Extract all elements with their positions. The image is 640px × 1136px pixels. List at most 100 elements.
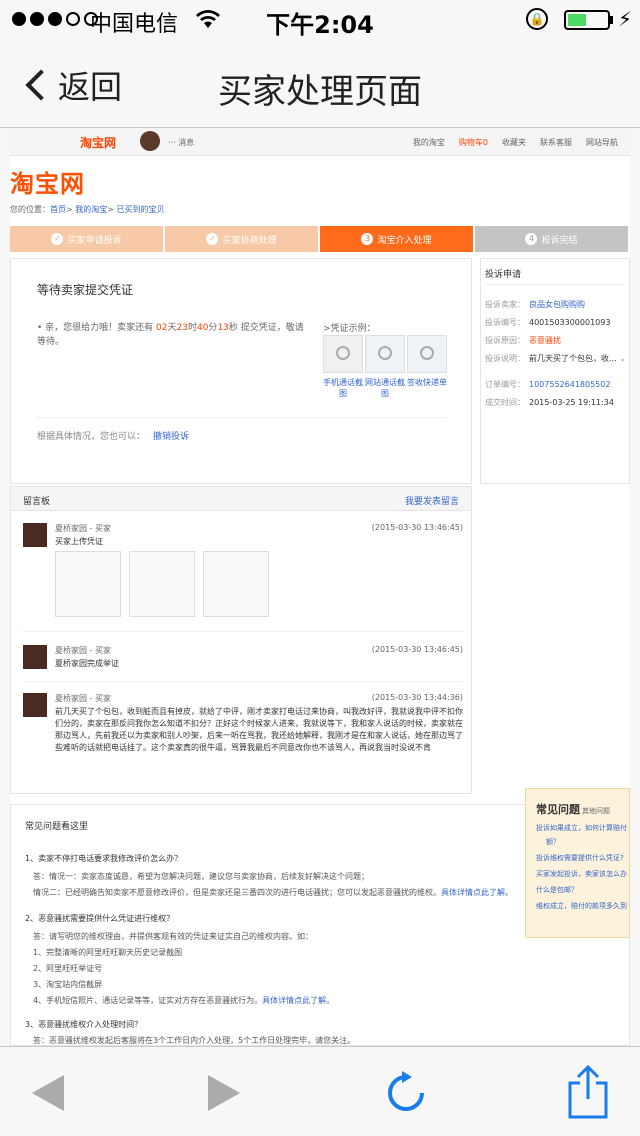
faq-answer: 答：恶意骚扰维权发起后客服将在3个工作日内介入处理，5个工作日处理完毕，请您关注… (33, 1036, 356, 1045)
entry-attachments (55, 551, 269, 617)
cancel-complaint-link[interactable]: 撤销投诉 (153, 432, 189, 442)
floater-item[interactable]: 投诉维权需要提供什么凭证? (536, 853, 624, 863)
avatar (23, 523, 47, 547)
floater-item[interactable]: 维权成立，赔付的款项多久到 (536, 901, 627, 911)
topbar-links: 我的淘宝 购物车0 收藏夹 联系客服 网站导航 (413, 137, 618, 148)
alternative-actions: 根据具体情况，您也可以： 撤销投诉 (37, 429, 189, 442)
attachment-thumb[interactable] (55, 551, 121, 617)
step-2-check-icon: ✓ (206, 233, 219, 245)
summary-order: 订单编号： 1007552641805502 (485, 380, 611, 389)
list-item: 夏桥家园 - 买家 (2015-03-30 13:44:36) 前几天买了个包包… (23, 693, 463, 765)
entry-body: 买家上传凭证 (55, 537, 103, 546)
web-content[interactable]: 淘宝网 ··· 消息 我的淘宝 购物车0 收藏夹 联系客服 网站导航 淘宝网 您… (10, 128, 630, 1046)
reload-icon[interactable] (386, 1071, 426, 1113)
topbar-link-favorites[interactable]: 收藏夹 (502, 137, 526, 148)
zoom-icon (420, 346, 434, 360)
attachment-thumb[interactable] (203, 551, 269, 617)
entry-time: (2015-03-30 13:46:45) (371, 523, 463, 532)
rotation-lock-icon: 🔒 (526, 8, 548, 30)
floater-item[interactable]: 买家发起投诉，卖家该怎么办 (536, 869, 627, 879)
breadcrumb-home[interactable]: 首页 (50, 205, 66, 214)
faq-title: 常见问题看这里 (25, 822, 89, 832)
entry-body: 夏桥家园完成举证 (55, 659, 119, 668)
list-item: 夏桥家园 - 买家 (2015-03-30 13:46:45) 买家上传凭证 (23, 523, 463, 632)
topbar-link-site-nav[interactable]: 网站导航 (586, 137, 618, 148)
example-thumb-phone[interactable] (323, 335, 363, 373)
countdown-hours: 23 (176, 323, 188, 333)
floater-item[interactable]: 投诉如果成立，如何计算赔付 (536, 823, 627, 833)
floater-item[interactable]: 额？ (546, 837, 560, 847)
step-1: ✓ 买家申请投诉 (10, 226, 163, 252)
example-thumbnails (323, 335, 447, 373)
taobao-logo[interactable]: 淘宝网 (10, 164, 85, 199)
board-header: 留言板 我要发表留言 (11, 487, 471, 511)
alt-text: 根据具体情况，您也可以： (37, 432, 146, 442)
summary-date: 成交时间： 2015-03-25 19:11:34 (485, 398, 614, 407)
floater-subtitle[interactable]: 其他问题 (582, 807, 610, 815)
example-thumb-receipt[interactable] (407, 335, 447, 373)
countdown-days: 02 (156, 323, 168, 333)
status-panel: 等待卖家提交凭证 • 亲，您很给力哦！卖家还有 02天23时40分13秒 提交凭… (10, 258, 472, 484)
divider (23, 631, 463, 632)
step-4-label: 投诉完结 (541, 235, 578, 246)
attachment-thumb[interactable] (129, 551, 195, 617)
list-item: 夏桥家园 - 买家 (2015-03-30 13:46:45) 夏桥家园完成举证 (23, 645, 463, 685)
countdown-minutes: 40 (196, 323, 209, 333)
share-icon[interactable] (566, 1063, 610, 1119)
countdown-message: • 亲，您很给力哦！卖家还有 02天23时40分13秒 提交凭证，敬请等待。 (37, 321, 307, 349)
faq-answer: 2、阿里旺旺举证号 (33, 964, 103, 973)
topbar-link-cart[interactable]: 购物车0 (459, 137, 488, 148)
floater-title: 常见问题 其他问题 (536, 803, 610, 816)
avatar[interactable] (140, 131, 160, 151)
details-link[interactable]: 具体详情点此了解。 (441, 888, 513, 897)
topbar-link-my-taobao[interactable]: 我的淘宝 (413, 137, 445, 148)
battery-icon (564, 10, 610, 30)
faq-answer: 1、完整清晰的阿里旺旺聊天历史记录截图 (33, 948, 183, 957)
example-thumb-web[interactable] (365, 335, 405, 373)
summary-description[interactable]: 投诉说明： 前几天买了个包包，收... ⌄ (485, 353, 626, 364)
avatar (23, 693, 47, 717)
countdown-seconds: 13 (217, 323, 229, 333)
example-label: >凭证示例： (323, 324, 376, 334)
faq-floating-panel: 常见问题 其他问题 投诉如果成立，如何计算赔付 额？ 投诉维权需要提供什么凭证? … (525, 788, 630, 938)
topbar-link-service[interactable]: 联系客服 (540, 137, 572, 148)
message-board: 留言板 我要发表留言 夏桥家园 - 买家 (2015-03-30 13:46:4… (10, 486, 472, 794)
example-captions: 手机通话截图 网站通话截图 签收快递单 (323, 377, 447, 399)
caption-web[interactable]: 网站通话截图 (365, 377, 405, 399)
caption-phone[interactable]: 手机通话截图 (323, 377, 363, 399)
step-4: 4 投诉完结 (475, 226, 628, 252)
chevron-down-icon[interactable]: ⌄ (617, 354, 626, 363)
status-heading: 等待卖家提交凭证 (37, 283, 134, 297)
unit-hours: 时 (187, 323, 197, 333)
breadcrumb-prefix: 您的位置： (10, 205, 50, 214)
order-link[interactable]: 1007552641805502 (529, 380, 610, 389)
breadcrumb-my-taobao[interactable]: 我的淘宝 (75, 205, 107, 214)
caption-receipt[interactable]: 签收快递单 (407, 377, 447, 399)
entry-time: (2015-03-30 13:44:36) (371, 693, 463, 702)
details-link[interactable]: 具体详情点此了解。 (262, 996, 334, 1005)
topbar-messages[interactable]: ··· 消息 (168, 137, 194, 148)
faq-answer: 4、手机短信照片、通话记录等等，证实对方存在恶意骚扰行为。具体详情点此了解。 (33, 996, 335, 1005)
step-3-label: 淘宝介入处理 (377, 235, 432, 246)
page-title: 买家处理页面 (218, 72, 422, 112)
step-2: ✓ 买家协商处理 (165, 226, 318, 252)
seller-link[interactable]: 良品女包购购购 (529, 300, 585, 309)
post-message-link[interactable]: 我要发表留言 (405, 494, 459, 507)
zoom-icon (378, 346, 392, 360)
entry-author: 夏桥家园 - 买家 (55, 524, 111, 533)
forward-arrow-icon[interactable] (208, 1075, 240, 1111)
topbar-logo[interactable]: 淘宝网 (80, 134, 116, 151)
faq-question: 3、恶意骚扰维权介入处理时间？ (25, 1020, 143, 1029)
breadcrumb-bought[interactable]: 已买到的宝贝 (117, 205, 165, 214)
browser-toolbar (0, 1046, 640, 1136)
summary-id: 投诉编号： 4001503300001093 (485, 318, 611, 327)
floater-item[interactable]: 什么是包邮？ (536, 885, 578, 895)
charging-icon: ⚡ (618, 7, 633, 31)
step-3: 3 淘宝介入处理 (320, 226, 473, 252)
faq-answer: 3、淘宝站内信截屏 (33, 980, 103, 989)
back-arrow-icon[interactable] (32, 1075, 64, 1111)
summary-title: 投诉申请 (485, 259, 625, 285)
avatar (23, 645, 47, 669)
taobao-topbar: 淘宝网 ··· 消息 我的淘宝 购物车0 收藏夹 联系客服 网站导航 (10, 128, 630, 156)
divider (37, 417, 447, 418)
